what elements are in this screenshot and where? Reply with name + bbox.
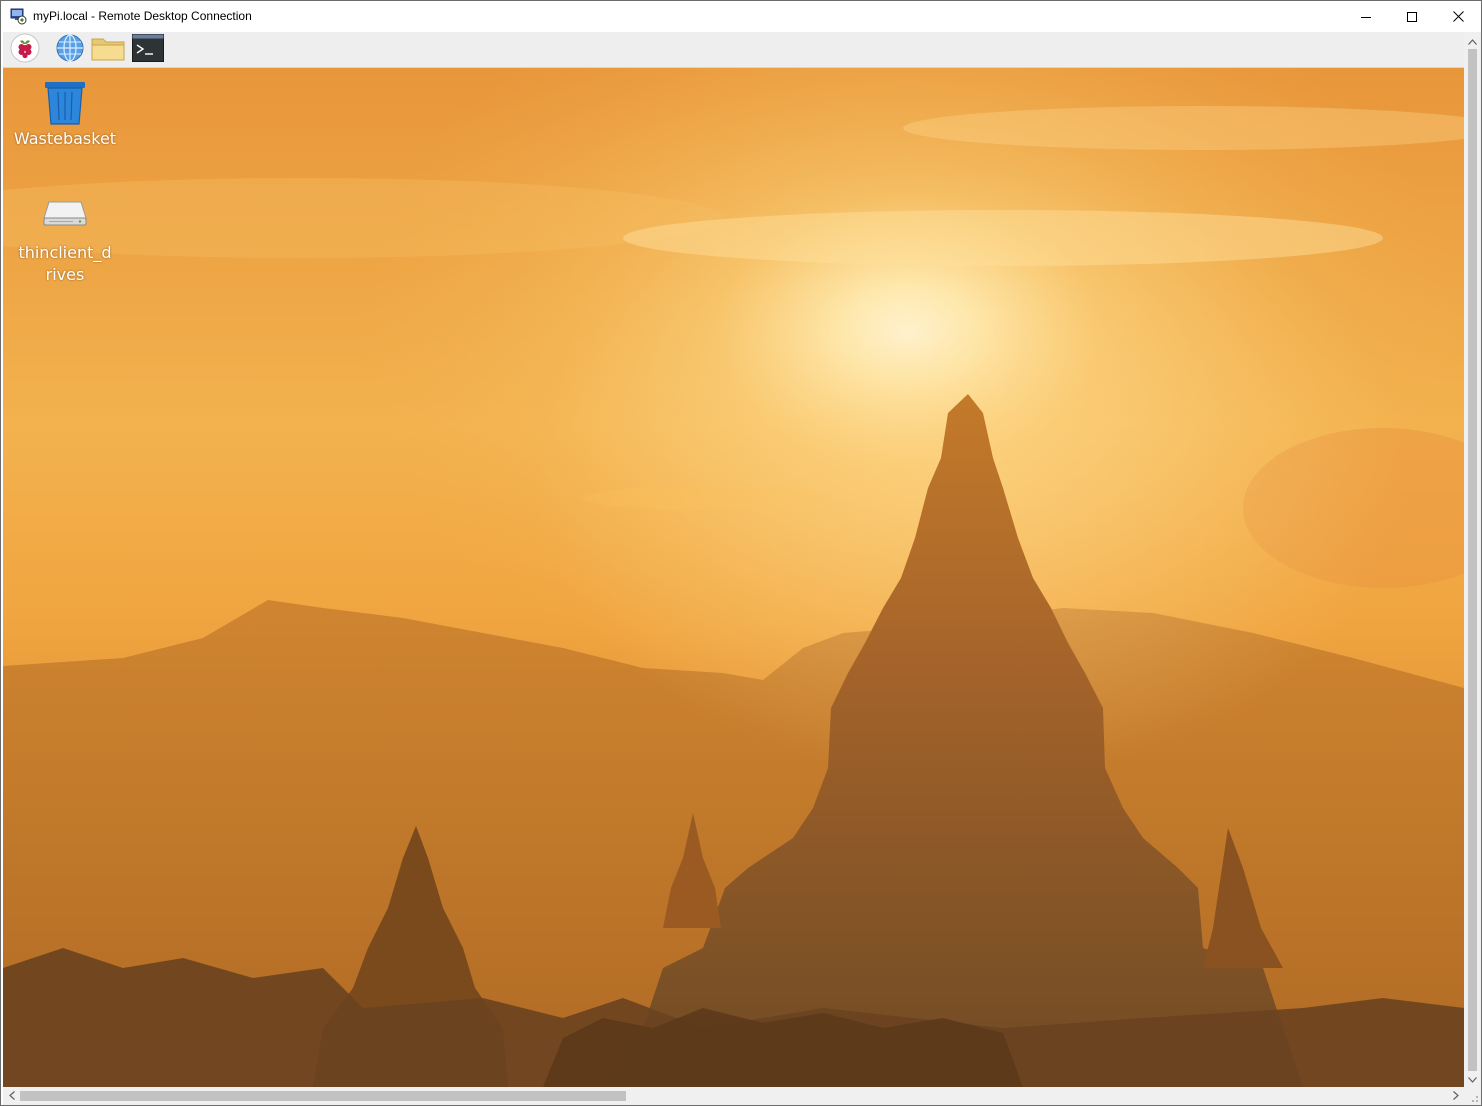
desktop-icon-label: thinclient_drives: [18, 243, 112, 284]
drive-icon: [10, 194, 120, 242]
maximize-icon: [1407, 11, 1417, 22]
chevron-left-icon: [8, 1087, 15, 1105]
raspberry-menu-icon: [10, 33, 40, 68]
horizontal-scroll-thumb[interactable]: [20, 1091, 626, 1101]
resize-grip[interactable]: [1464, 1087, 1481, 1105]
file-manager-button[interactable]: [91, 34, 125, 67]
remote-desktop-app-icon: [10, 8, 27, 25]
desktop-wallpaper[interactable]: [3, 68, 1464, 1087]
scroll-right-button[interactable]: [1447, 1087, 1464, 1104]
rdp-window: myPi.local - Remote Desktop Connection W…: [0, 0, 1482, 1106]
desktop-icon-label: Wastebasket: [13, 129, 117, 148]
file-manager-icon: [91, 34, 125, 67]
close-icon: [1452, 11, 1464, 22]
scroll-left-button[interactable]: [3, 1087, 20, 1104]
terminal-icon: [132, 33, 164, 67]
chevron-up-icon: [1468, 32, 1477, 50]
title-bar[interactable]: myPi.local - Remote Desktop Connection: [1, 1, 1481, 32]
horizontal-scrollbar[interactable]: [3, 1087, 1464, 1105]
terminal-button[interactable]: [132, 33, 164, 67]
minimize-icon: [1361, 12, 1371, 22]
vertical-scrollbar[interactable]: [1464, 32, 1481, 1087]
scroll-up-button[interactable]: [1464, 32, 1481, 49]
desktop-icon-thinclient-drives[interactable]: thinclient_drives: [10, 194, 120, 286]
chevron-right-icon: [1452, 1087, 1459, 1105]
remote-desktop[interactable]: Wastebasket thinclient_drives: [3, 32, 1464, 1087]
maximize-button[interactable]: [1389, 1, 1435, 32]
minimize-button[interactable]: [1343, 1, 1389, 32]
vertical-scroll-thumb[interactable]: [1468, 49, 1477, 1071]
close-button[interactable]: [1435, 1, 1481, 32]
web-browser-button[interactable]: [54, 33, 86, 68]
web-browser-icon: [55, 33, 85, 68]
taskbar-panel: [3, 32, 1464, 68]
chevron-down-icon: [1468, 1070, 1477, 1088]
window-title: myPi.local - Remote Desktop Connection: [33, 9, 252, 23]
raspberry-menu-button[interactable]: [9, 33, 41, 68]
scroll-down-button[interactable]: [1464, 1070, 1481, 1087]
wastebasket-icon: [10, 80, 120, 128]
desktop-icon-wastebasket[interactable]: Wastebasket: [10, 80, 120, 150]
